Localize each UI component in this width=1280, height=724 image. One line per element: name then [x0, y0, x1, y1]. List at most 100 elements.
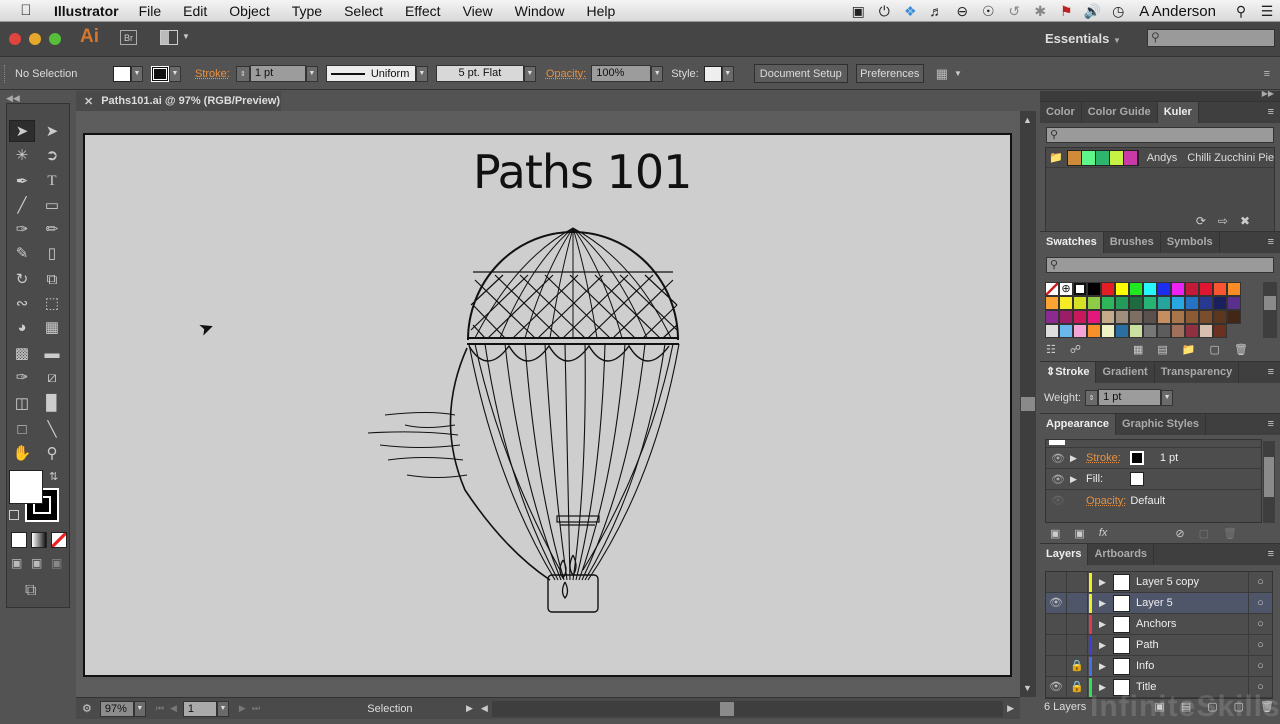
color-swatch[interactable] [1185, 310, 1199, 324]
layer-name[interactable]: Info [1136, 660, 1248, 672]
kuler-offline-icon[interactable]: ✖ [1240, 214, 1250, 228]
screen-recorder-icon[interactable]: ▣ [845, 3, 871, 20]
color-swatch[interactable] [1143, 296, 1157, 310]
gradient-tool-icon[interactable]: ▬ [39, 342, 65, 364]
launch-kuler-icon[interactable]: ⇨ [1218, 214, 1228, 228]
menu-window[interactable]: Window [515, 3, 565, 19]
rotate-view-icon[interactable]: ⚙ [82, 702, 92, 715]
white-swatch[interactable] [1073, 282, 1087, 296]
panel-menu-icon[interactable]: ≡ [1268, 236, 1274, 248]
next-artboard-icon[interactable]: ▶ [239, 703, 246, 714]
bluetooth-icon[interactable]: ✱ [1027, 3, 1053, 20]
delete-layer-icon[interactable]: 🗑 [1260, 700, 1274, 713]
lock-icon[interactable]: 🔒 [1067, 655, 1088, 677]
zoom-tool-icon[interactable]: ⚲ [39, 442, 65, 464]
appearance-row-opacity[interactable]: 👁 Opacity: Default [1046, 490, 1261, 511]
line-tool-icon[interactable]: ╱ [9, 194, 35, 216]
theme-color-swatch[interactable] [1123, 150, 1138, 165]
duplicate-item-icon[interactable]: ▢ [1199, 527, 1209, 540]
color-swatch[interactable] [1171, 282, 1185, 296]
theme-color-swatch[interactable] [1067, 150, 1082, 165]
spotlight-search-icon[interactable]: ⚲ [1228, 3, 1254, 20]
fill-swatch[interactable] [113, 65, 131, 82]
hot-air-balloon-artwork[interactable] [355, 220, 695, 615]
color-swatch[interactable] [1101, 282, 1115, 296]
grip-handle[interactable] [4, 64, 7, 83]
tab-color-guide[interactable]: Color Guide [1082, 102, 1158, 123]
clear-appearance-icon[interactable]: ⊘ [1175, 527, 1184, 540]
status-menu-arrow-icon[interactable]: ▶ [466, 703, 473, 714]
layer-row[interactable]: ▶ Layer 5 copy ○ [1046, 571, 1272, 593]
blend-tool-icon[interactable]: ⧄ [39, 366, 65, 388]
previous-artboard-icon[interactable]: ◀ [170, 703, 177, 714]
eyedropper-tool-icon[interactable]: ✑ [9, 366, 35, 388]
notification-bell-icon[interactable]: ♬ [923, 3, 949, 19]
arrange-documents-icon[interactable] [160, 30, 178, 45]
document-setup-button[interactable]: Document Setup [753, 64, 848, 83]
column-graph-tool-icon[interactable]: ▉ [39, 392, 65, 414]
visibility-eye-icon[interactable] [1046, 634, 1067, 656]
visibility-eye-icon[interactable]: 👁 [1046, 676, 1067, 698]
appearance-row-stroke[interactable]: 👁 ▶ Stroke: 1 pt [1046, 448, 1261, 469]
fill-color-box[interactable] [9, 470, 43, 504]
mesh-tool-icon[interactable]: ▩ [9, 342, 35, 364]
opacity-label[interactable]: Opacity: [546, 68, 586, 80]
delete-item-icon[interactable]: 🗑 [1223, 527, 1237, 540]
color-swatch[interactable] [1129, 296, 1143, 310]
zoom-window-button[interactable] [49, 33, 61, 45]
color-swatch[interactable] [1129, 282, 1143, 296]
color-swatch[interactable] [1087, 282, 1101, 296]
preferences-button[interactable]: Preferences [855, 64, 924, 83]
layer-name[interactable]: Path [1136, 639, 1248, 651]
slice-tool-icon[interactable]: ╲ [39, 418, 65, 440]
pattern-gradient-swatch[interactable] [1185, 324, 1199, 338]
stroke-weight-stepper[interactable]: ⇕ [235, 65, 250, 82]
none-mode-button[interactable] [51, 532, 67, 548]
tab-swatches[interactable]: Swatches [1040, 232, 1104, 253]
color-swatch[interactable] [1073, 310, 1087, 324]
color-swatch[interactable] [1143, 310, 1157, 324]
color-swatch[interactable] [1157, 310, 1171, 324]
pattern-gradient-swatch[interactable] [1087, 324, 1101, 338]
pattern-gradient-swatch[interactable] [1199, 324, 1213, 338]
chat-icon[interactable]: ⊖ [949, 3, 975, 20]
close-document-icon[interactable]: ✕ [84, 95, 93, 108]
artboard[interactable]: Paths 101 [83, 133, 1012, 677]
color-swatch[interactable] [1171, 296, 1185, 310]
brush-definition[interactable]: 5 pt. Flat [435, 65, 524, 82]
color-swatch[interactable] [1045, 310, 1059, 324]
artwork-title-text[interactable]: Paths 101 [473, 145, 692, 199]
tab-stroke[interactable]: ⇕Stroke [1040, 362, 1097, 383]
pencil-tool-icon[interactable]: ✏ [39, 218, 65, 240]
weight-stepper[interactable]: ⇕ [1085, 389, 1099, 406]
color-swatch[interactable] [1213, 296, 1227, 310]
hand-tool-icon[interactable]: ✋ [9, 442, 35, 464]
visibility-eye-icon[interactable] [1046, 613, 1067, 635]
scroll-thumb[interactable] [719, 701, 734, 716]
make-clipping-mask-icon[interactable]: ▤ [1181, 700, 1191, 713]
clock-icon[interactable]: ◷ [1105, 3, 1131, 20]
apple-icon[interactable]:  [18, 2, 34, 19]
tab-transparency[interactable]: Transparency [1155, 362, 1240, 383]
refresh-icon[interactable]: ⟳ [1196, 214, 1206, 228]
add-effect-icon[interactable]: fx [1099, 527, 1108, 540]
tab-artboards[interactable]: Artboards [1088, 544, 1155, 565]
menu-help[interactable]: Help [586, 3, 615, 19]
color-swatch[interactable] [1157, 282, 1171, 296]
user-name[interactable]: A Anderson [1139, 3, 1216, 20]
chevron-down-icon[interactable]: ▼ [523, 65, 536, 82]
scroll-thumb[interactable] [1264, 296, 1276, 310]
collapse-panels-icon[interactable]: ▶▶ [1262, 89, 1274, 98]
swatch-libraries-icon[interactable]: ☷ [1046, 343, 1056, 356]
expand-triangle-icon[interactable]: ▶ [1070, 474, 1082, 485]
symbol-sprayer-tool-icon[interactable]: ◫ [9, 392, 35, 414]
stroke-weight-input[interactable]: 1 pt [249, 65, 306, 82]
add-new-fill-icon[interactable]: ▣ [1074, 527, 1084, 540]
expand-triangle-icon[interactable]: ▶ [1099, 598, 1109, 609]
chevron-down-icon[interactable]: ▼ [721, 65, 734, 82]
pattern-gradient-swatch[interactable] [1129, 324, 1143, 338]
chevron-down-icon[interactable]: ▼ [651, 65, 664, 82]
color-swatch[interactable] [1073, 296, 1087, 310]
color-swatch[interactable] [1199, 310, 1213, 324]
rectangle-tool-icon[interactable]: ▭ [39, 194, 65, 216]
